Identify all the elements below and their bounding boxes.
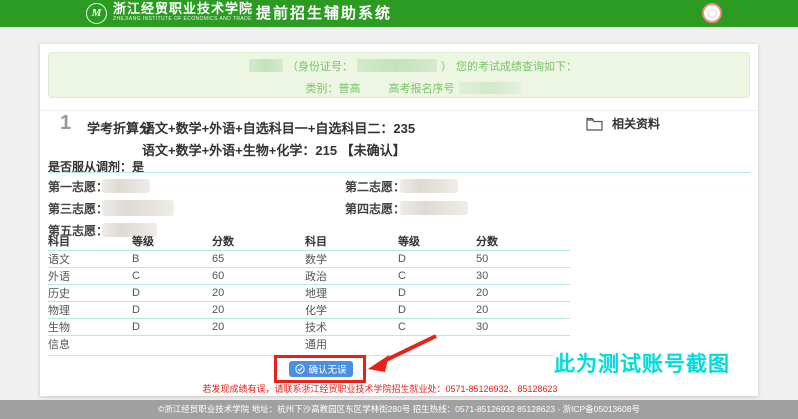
- cell-grade: [132, 335, 212, 352]
- redacted-id-number: [357, 59, 437, 72]
- table-row: 信息 通用: [48, 335, 570, 352]
- cell-score: [212, 335, 305, 352]
- cell-grade: D: [132, 301, 212, 318]
- related-materials-link[interactable]: 相关资料: [586, 115, 660, 132]
- page-footer: ©浙江经贸职业技术学院 地址：杭州下沙高教园区东区学林街280号 招生热线：05…: [0, 400, 798, 419]
- school-name-en: ZHEJIANG INSTITUTE OF ECONOMICS AND TRAD…: [113, 16, 253, 23]
- section-index: 1: [60, 112, 71, 135]
- cell-score: 20: [476, 284, 570, 301]
- separator-line: [48, 172, 750, 173]
- check-circle-icon: [295, 364, 305, 374]
- cell-grade: C: [132, 267, 212, 284]
- cell-subject: 外语: [48, 267, 132, 284]
- confirm-button[interactable]: 确认无误: [289, 361, 353, 377]
- redacted-student-name: [249, 59, 283, 72]
- volunteer-4-label: 第四志愿：: [345, 200, 405, 217]
- serial-label: 高考报名序号: [389, 80, 455, 96]
- table-row: 语文 B 65 数学 D 50: [48, 250, 570, 267]
- cell-subject: 语文: [48, 250, 132, 267]
- category-label: 类别：普高: [306, 80, 361, 96]
- redacted-serial-number: [459, 82, 521, 94]
- redacted-volunteer-1: [102, 179, 150, 193]
- notice-line-1: （身份证号： ） 您的考试成绩查询如下：: [77, 56, 749, 75]
- table-row: 生物 D 20 技术 C 30: [48, 318, 570, 335]
- cell-subject: 地理: [305, 284, 398, 301]
- id-label-close: ）: [441, 58, 452, 74]
- score-formula-2: 语文+数学+外语+生物+化学：215 【未确认】: [142, 140, 406, 159]
- annotation-arrow-icon: [362, 332, 440, 376]
- cell-subject: 生物: [48, 318, 132, 335]
- cell-grade: D: [132, 318, 212, 335]
- cell-subject: 信息: [48, 335, 132, 352]
- score-notice-banner: （身份证号： ） 您的考试成绩查询如下： 类别：普高 高考报名序号: [48, 52, 750, 98]
- school-logo-text: 浙江经贸职业技术学院 ZHEJIANG INSTITUTE OF ECONOMI…: [113, 2, 253, 23]
- folder-icon: [586, 117, 603, 131]
- school-seal-icon: M: [86, 3, 107, 24]
- cell-grade: D: [398, 250, 476, 267]
- redacted-volunteer-3: [102, 200, 174, 216]
- error-contact-warning: 若发现成绩有误，请联系浙江经贸职业技术学院招生就业处：0571-85126932…: [40, 382, 720, 395]
- id-label: （身份证号：: [287, 58, 353, 74]
- redacted-volunteer-2: [400, 179, 458, 193]
- cell-subject: 历史: [48, 284, 132, 301]
- volunteer-3-label: 第三志愿：: [48, 200, 108, 217]
- cell-score: 20: [212, 301, 305, 318]
- col-header: 科目: [48, 232, 132, 250]
- cell-score: 20: [212, 284, 305, 301]
- cell-score: 20: [476, 301, 570, 318]
- table-header-row: 科目 等级 分数 科目 等级 分数: [48, 232, 570, 250]
- cell-score: 20: [212, 318, 305, 335]
- score-formula-1: 语文+数学+外语+自选科目一+自选科目二：235: [142, 118, 415, 137]
- cell-grade: D: [132, 284, 212, 301]
- table-row: 历史 D 20 地理 D 20: [48, 284, 570, 301]
- cell-grade: D: [398, 284, 476, 301]
- cell-grade: B: [132, 250, 212, 267]
- confirm-button-label: 确认无误: [308, 362, 346, 376]
- col-header: 分数: [212, 232, 305, 250]
- col-header: 等级: [398, 232, 476, 250]
- cell-grade: C: [398, 267, 476, 284]
- cell-subject: 政治: [305, 267, 398, 284]
- table-row: 外语 C 60 政治 C 30: [48, 267, 570, 284]
- user-avatar-icon[interactable]: [702, 3, 722, 23]
- table-row: 物理 D 20 化学 D 20: [48, 301, 570, 318]
- avatar-placeholder-icon: [708, 9, 717, 18]
- system-title: 提前招生辅助系统: [256, 0, 392, 27]
- app-header: M 浙江经贸职业技术学院 ZHEJIANG INSTITUTE OF ECONO…: [0, 0, 798, 27]
- notice-line-2: 类别：普高 高考报名序号: [77, 78, 749, 97]
- cell-subject: 物理: [48, 301, 132, 318]
- school-name: 浙江经贸职业技术学院: [113, 2, 253, 16]
- score-table: 科目 等级 分数 科目 等级 分数 语文 B 65 数学 D 50 外语 C 6…: [48, 232, 570, 352]
- col-header: 分数: [476, 232, 570, 250]
- cell-score: 65: [212, 250, 305, 267]
- section-divider: [40, 110, 758, 111]
- volunteer-1-label: 第一志愿：: [48, 178, 108, 195]
- cell-subject: 数学: [305, 250, 398, 267]
- col-header: 科目: [305, 232, 398, 250]
- related-materials-label: 相关资料: [612, 115, 660, 132]
- cell-score: 50: [476, 250, 570, 267]
- notice-text: 您的考试成绩查询如下：: [456, 58, 577, 74]
- cell-subject: 化学: [305, 301, 398, 318]
- cell-score: 30: [476, 318, 570, 335]
- col-header: 等级: [132, 232, 212, 250]
- cell-grade: D: [398, 301, 476, 318]
- cell-score: 60: [212, 267, 305, 284]
- redacted-volunteer-4: [400, 201, 468, 215]
- volunteer-2-label: 第二志愿：: [345, 178, 405, 195]
- cell-score: 30: [476, 267, 570, 284]
- test-account-note: 此为测试账号截图: [554, 348, 730, 378]
